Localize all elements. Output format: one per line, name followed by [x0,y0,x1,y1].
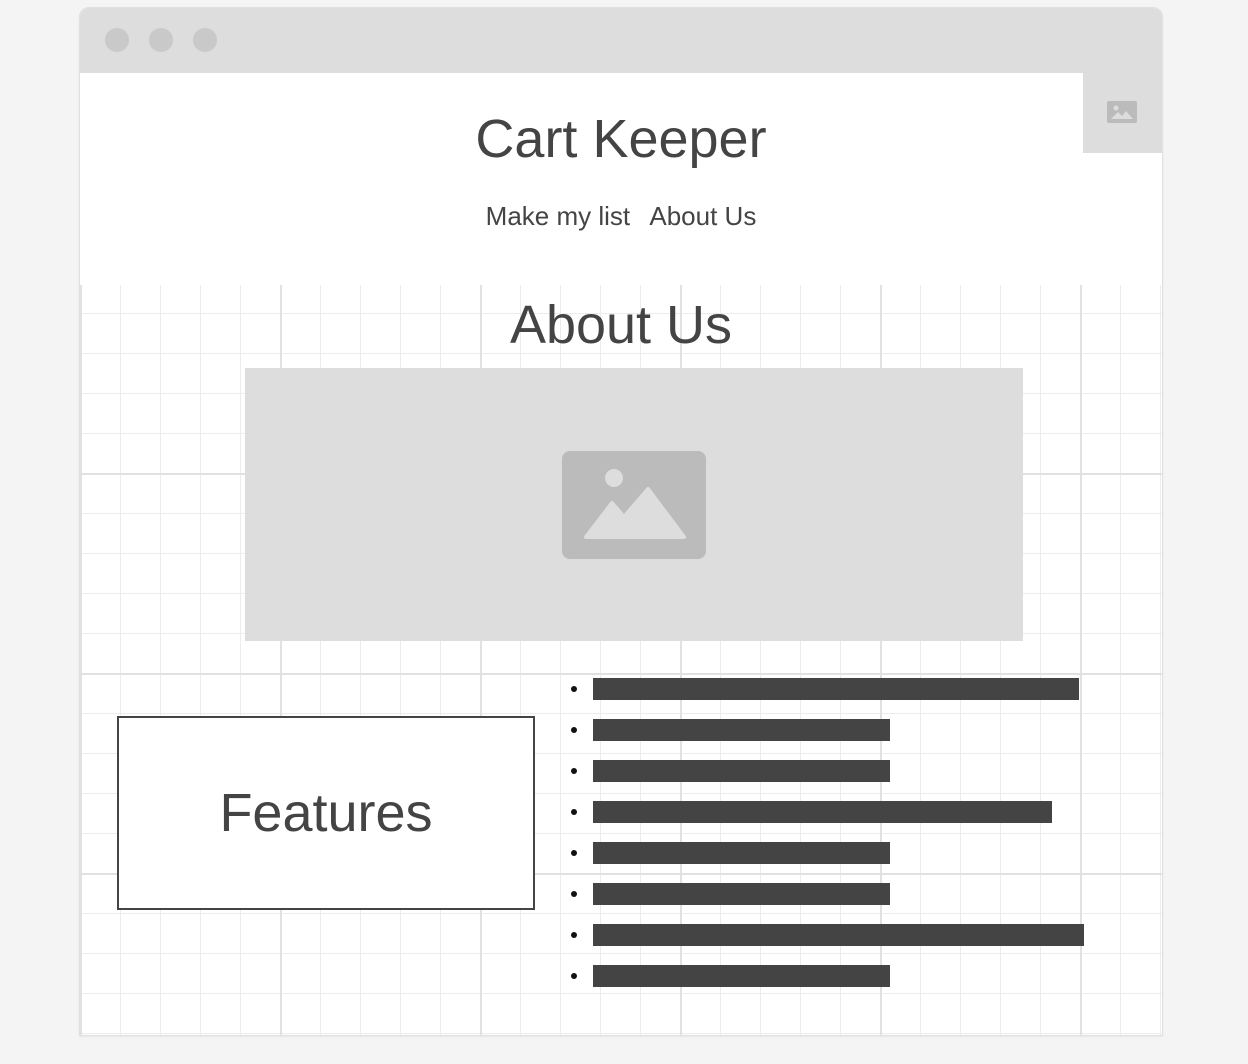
bullet-icon [571,973,577,979]
bullet-icon [571,891,577,897]
features-label: Features [219,783,433,843]
maximize-dot[interactable] [193,28,217,52]
window-titlebar [80,8,1162,73]
bullet-icon [571,768,577,774]
features-label-box: Features [117,716,535,910]
nav-link-make-my-list[interactable]: Make my list [486,201,630,231]
bullet-icon [571,850,577,856]
text-placeholder-bar [593,883,890,905]
browser-window: Cart Keeper Make my list About Us About … [79,7,1163,1036]
bullet-icon [571,809,577,815]
text-placeholder-bar [593,678,1079,700]
nav-link-about-us[interactable]: About Us [649,201,756,231]
text-placeholder-bar [593,965,890,987]
minimize-dot[interactable] [149,28,173,52]
text-placeholder-bar [593,719,890,741]
text-placeholder-bar [593,760,890,782]
text-placeholder-bar [593,842,890,864]
bullet-icon [571,686,577,692]
text-placeholder-bar [593,801,1052,823]
text-placeholder-bar [593,924,1084,946]
section-title: About Us [509,295,733,355]
bullet-icon [571,727,577,733]
hero-image-placeholder [245,368,1023,641]
bullet-icon [571,932,577,938]
close-dot[interactable] [105,28,129,52]
main-nav: Make my list About Us [80,201,1162,232]
app-title: Cart Keeper [475,109,767,169]
image-placeholder-icon [562,451,706,559]
